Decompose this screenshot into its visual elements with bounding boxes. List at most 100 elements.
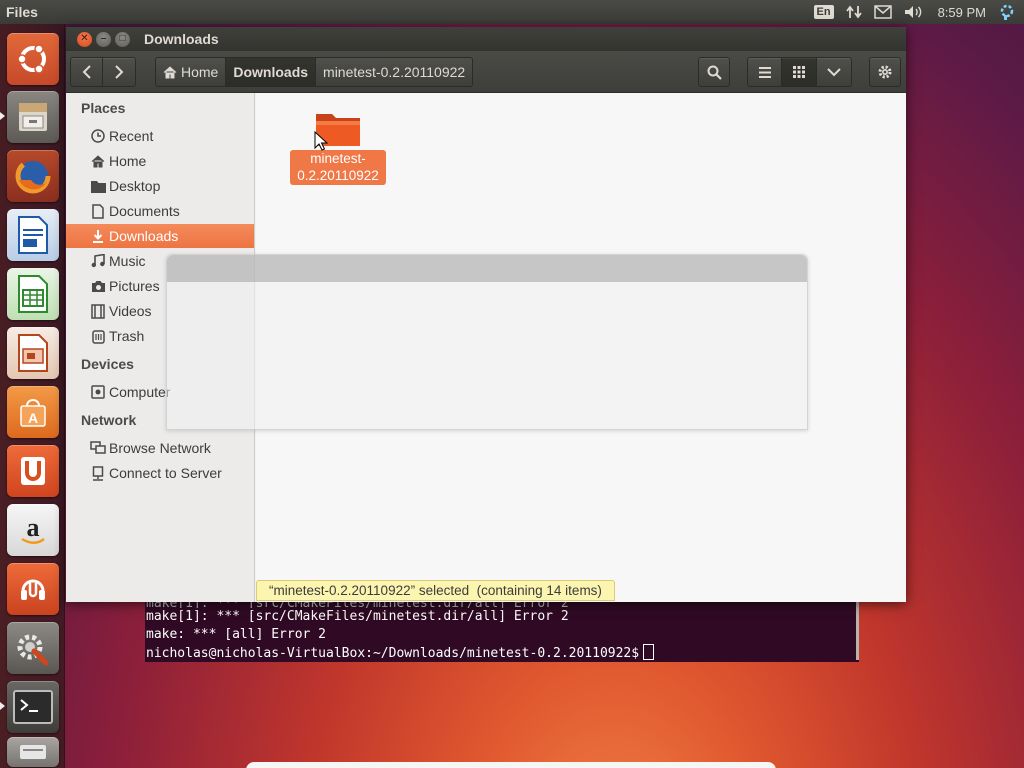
- firefox-icon: [15, 158, 51, 194]
- grid-view-button[interactable]: [782, 57, 817, 87]
- folder-label: minetest- 0.2.20110922: [290, 150, 386, 185]
- film-icon: [90, 303, 106, 319]
- server-icon: [90, 465, 106, 481]
- launcher-system-settings-button[interactable]: [7, 622, 59, 674]
- sidebar-section-devices: Devices: [81, 356, 134, 372]
- drive-icon: [20, 745, 46, 759]
- sidebar-item-browse-network[interactable]: Browse Network: [66, 436, 254, 460]
- launcher-dash-button[interactable]: [7, 33, 59, 85]
- top-panel: Files En 8:59 PM: [0, 0, 1024, 24]
- launcher-firefox-button[interactable]: [7, 150, 59, 202]
- breadcrumb: Home Downloads minetest-0.2.20110922: [155, 57, 474, 87]
- mail-icon[interactable]: [873, 5, 892, 19]
- settings-button[interactable]: [869, 57, 901, 87]
- trash-icon: [90, 328, 106, 344]
- close-window-button[interactable]: ✕: [77, 31, 92, 47]
- breadcrumb-downloads[interactable]: Downloads: [226, 57, 317, 87]
- network-arrows-icon[interactable]: [845, 4, 862, 20]
- breadcrumb-label: minetest-0.2.20110922: [323, 64, 466, 80]
- terminal-line: make: *** [all] Error 2: [146, 627, 327, 642]
- camera-icon: [90, 278, 106, 294]
- sidebar-item-documents[interactable]: Documents: [66, 199, 254, 223]
- file-cabinet-icon: [19, 103, 47, 131]
- sidebar-item-downloads[interactable]: Downloads: [66, 224, 254, 248]
- sidebar-item-label: Trash: [109, 328, 145, 344]
- grid-icon: [793, 66, 805, 78]
- list-view-button[interactable]: [747, 57, 782, 87]
- writer-icon: [18, 216, 48, 254]
- launcher-music-store-button[interactable]: [7, 563, 59, 615]
- maximize-window-button[interactable]: □: [115, 31, 130, 47]
- sidebar-item-home[interactable]: Home: [66, 149, 254, 173]
- launcher-files-button[interactable]: [7, 91, 59, 143]
- launcher-impress-button[interactable]: [7, 327, 59, 379]
- sidebar-item-label: Home: [109, 153, 147, 169]
- sidebar-item-recent[interactable]: Recent: [66, 124, 254, 148]
- terminal-scrollbar[interactable]: [856, 602, 859, 660]
- launcher-writer-button[interactable]: [7, 209, 59, 261]
- keyboard-indicator[interactable]: En: [813, 5, 834, 19]
- sidebar-item-label: Documents: [109, 203, 180, 219]
- computer-icon: [90, 384, 106, 400]
- folder-label-line: minetest-: [310, 151, 366, 166]
- amazon-icon: a: [21, 513, 45, 544]
- launcher-drive-button[interactable]: [7, 737, 59, 767]
- wrench-gear-icon: [17, 634, 49, 666]
- sidebar-item-label: Browse Network: [109, 440, 211, 456]
- impress-icon: [18, 334, 48, 372]
- settings-indicator-icon[interactable]: [998, 3, 1016, 21]
- bottom-edge-panel: [246, 762, 776, 768]
- breadcrumb-home[interactable]: Home: [155, 57, 227, 87]
- toolbar: Home Downloads minetest-0.2.20110922: [66, 51, 906, 93]
- terminal-window[interactable]: make[1]: *** [src/CMakeFiles/minetest.di…: [145, 600, 859, 662]
- terminal-cursor: [643, 644, 655, 660]
- launcher-terminal-button[interactable]: [7, 681, 59, 733]
- chevron-down-icon: [827, 67, 841, 76]
- list-icon: [758, 66, 771, 78]
- sidebar-item-desktop[interactable]: Desktop: [66, 174, 254, 198]
- folder-icon: [90, 178, 106, 194]
- indicator-area: En 8:59 PM: [813, 0, 1024, 24]
- download-icon: [90, 228, 106, 244]
- launcher-amazon-button[interactable]: a: [7, 504, 59, 556]
- breadcrumb-minetest[interactable]: minetest-0.2.20110922: [316, 57, 474, 87]
- forward-button[interactable]: [103, 57, 136, 87]
- sidebar-item-label: Pictures: [109, 278, 160, 294]
- launcher-software-center-button[interactable]: A: [7, 386, 59, 438]
- ghost-dialog-header: [167, 255, 807, 282]
- calc-icon: [18, 275, 48, 313]
- clock-icon: [90, 128, 106, 144]
- sidebar-item-connect-to-server[interactable]: Connect to Server: [66, 461, 254, 485]
- gear-icon: [878, 65, 892, 79]
- ubuntu-logo-icon: [17, 44, 46, 74]
- terminal-prompt-line: nicholas@nicholas-VirtualBox:~/Downloads…: [146, 644, 859, 662]
- back-button[interactable]: [70, 57, 103, 87]
- view-options-button[interactable]: [817, 57, 852, 87]
- minimize-icon: –: [100, 33, 107, 44]
- keyboard-layout-label: En: [813, 5, 834, 19]
- svg-text:a: a: [27, 513, 40, 542]
- sidebar-item-label: Computer: [109, 384, 171, 400]
- search-icon: [707, 65, 722, 80]
- window-titlebar[interactable]: ✕ – □ Downloads: [66, 27, 906, 51]
- launcher-ubuntu-one-button[interactable]: [7, 445, 59, 497]
- chevron-left-icon: [82, 65, 91, 79]
- launcher-calc-button[interactable]: [7, 268, 59, 320]
- sidebar-section-places: Places: [81, 100, 126, 116]
- clock[interactable]: 8:59 PM: [938, 5, 986, 20]
- folder-label-line: 0.2.20110922: [297, 168, 379, 183]
- volume-icon[interactable]: [904, 5, 922, 19]
- sidebar-section-network: Network: [81, 412, 137, 428]
- home-icon: [163, 65, 177, 78]
- svg-text:A: A: [28, 410, 38, 426]
- home-icon: [90, 153, 106, 169]
- minimize-window-button[interactable]: –: [96, 31, 111, 47]
- network-icon: [90, 440, 106, 456]
- maximize-icon: □: [119, 33, 126, 44]
- launcher-running-indicator: [0, 112, 5, 120]
- close-icon: ✕: [80, 33, 89, 44]
- search-button[interactable]: [698, 57, 730, 87]
- sidebar-item-label: Videos: [109, 303, 152, 319]
- sidebar-item-label: Recent: [109, 128, 154, 144]
- launcher-running-indicator: [0, 702, 5, 710]
